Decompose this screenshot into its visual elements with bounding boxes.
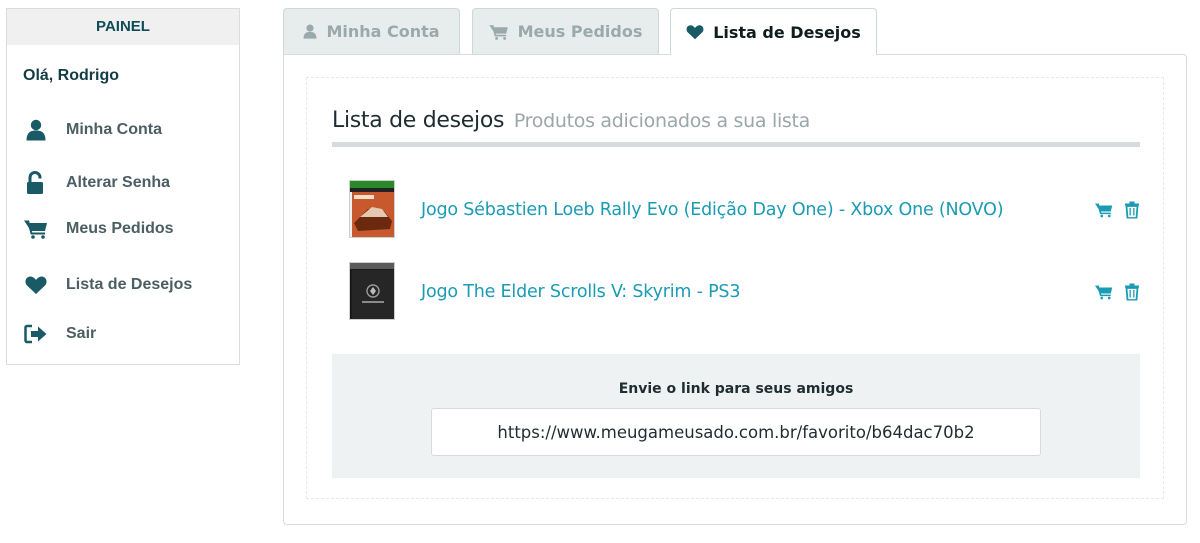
user-icon — [303, 24, 317, 39]
share-label: Envie o link para seus amigos — [618, 381, 854, 397]
cart-icon[interactable] — [1095, 285, 1113, 300]
tab-label: Meus Pedidos — [517, 22, 643, 41]
user-icon — [23, 118, 49, 142]
heart-icon — [686, 24, 704, 40]
tab-label: Lista de Desejos — [713, 22, 861, 42]
section-subtitle: Produtos adicionados a sua lista — [513, 110, 811, 132]
product-link[interactable]: Jogo Sébastien Loeb Rally Evo (Edição Da… — [421, 200, 1004, 220]
wishlist-item: Jogo The Elder Scrolls V: Skyrim - PS3 — [349, 262, 1139, 322]
cart-icon — [489, 24, 509, 40]
section-title: Lista de desejos — [332, 108, 505, 133]
item-actions — [1095, 201, 1139, 219]
title-divider — [332, 142, 1140, 147]
section-heading: Lista de desejos Produtos adicionados a … — [332, 108, 810, 133]
trash-icon[interactable] — [1125, 201, 1139, 219]
sidebar-title: PAINEL — [7, 9, 239, 45]
unlock-icon — [23, 171, 49, 195]
wishlist-container: Lista de desejos Produtos adicionados a … — [306, 77, 1164, 499]
share-link-box: Envie o link para seus amigos — [332, 354, 1140, 478]
product-thumbnail[interactable] — [349, 262, 395, 320]
sidebar-item-minha-conta[interactable]: Minha Conta — [23, 118, 162, 142]
wishlist-panel: Lista de desejos Produtos adicionados a … — [283, 54, 1187, 525]
sidebar-item-sair[interactable]: Sair — [23, 322, 96, 346]
sidebar-panel: PAINEL Olá, Rodrigo Minha Conta Alterar … — [6, 8, 240, 365]
cart-icon — [23, 217, 49, 241]
sidebar-item-label: Alterar Senha — [66, 174, 171, 191]
cart-icon[interactable] — [1095, 203, 1113, 218]
sidebar-item-meus-pedidos[interactable]: Meus Pedidos — [23, 217, 174, 241]
heart-icon — [23, 273, 49, 297]
wishlist-item: Jogo Sébastien Loeb Rally Evo (Edição Da… — [349, 180, 1139, 240]
sidebar-item-label: Lista de Desejos — [66, 276, 193, 293]
user-greeting: Olá, Rodrigo — [23, 67, 119, 84]
tab-lista-de-desejos[interactable]: Lista de Desejos — [670, 8, 877, 55]
product-thumbnail[interactable] — [349, 180, 395, 238]
sidebar-item-label: Sair — [66, 325, 97, 342]
sidebar-item-alterar-senha[interactable]: Alterar Senha — [23, 171, 170, 195]
sidebar-item-label: Minha Conta — [66, 121, 162, 138]
product-link[interactable]: Jogo The Elder Scrolls V: Skyrim - PS3 — [421, 282, 740, 302]
trash-icon[interactable] — [1125, 283, 1139, 301]
share-link-field[interactable] — [431, 408, 1041, 456]
sidebar-item-lista-de-desejos[interactable]: Lista de Desejos — [23, 273, 192, 297]
tab-meus-pedidos[interactable]: Meus Pedidos — [472, 8, 659, 54]
tab-label: Minha Conta — [326, 22, 440, 41]
item-actions — [1095, 283, 1139, 301]
sign-out-icon — [23, 322, 49, 346]
sidebar-item-label: Meus Pedidos — [66, 220, 174, 237]
tab-minha-conta[interactable]: Minha Conta — [283, 8, 460, 54]
